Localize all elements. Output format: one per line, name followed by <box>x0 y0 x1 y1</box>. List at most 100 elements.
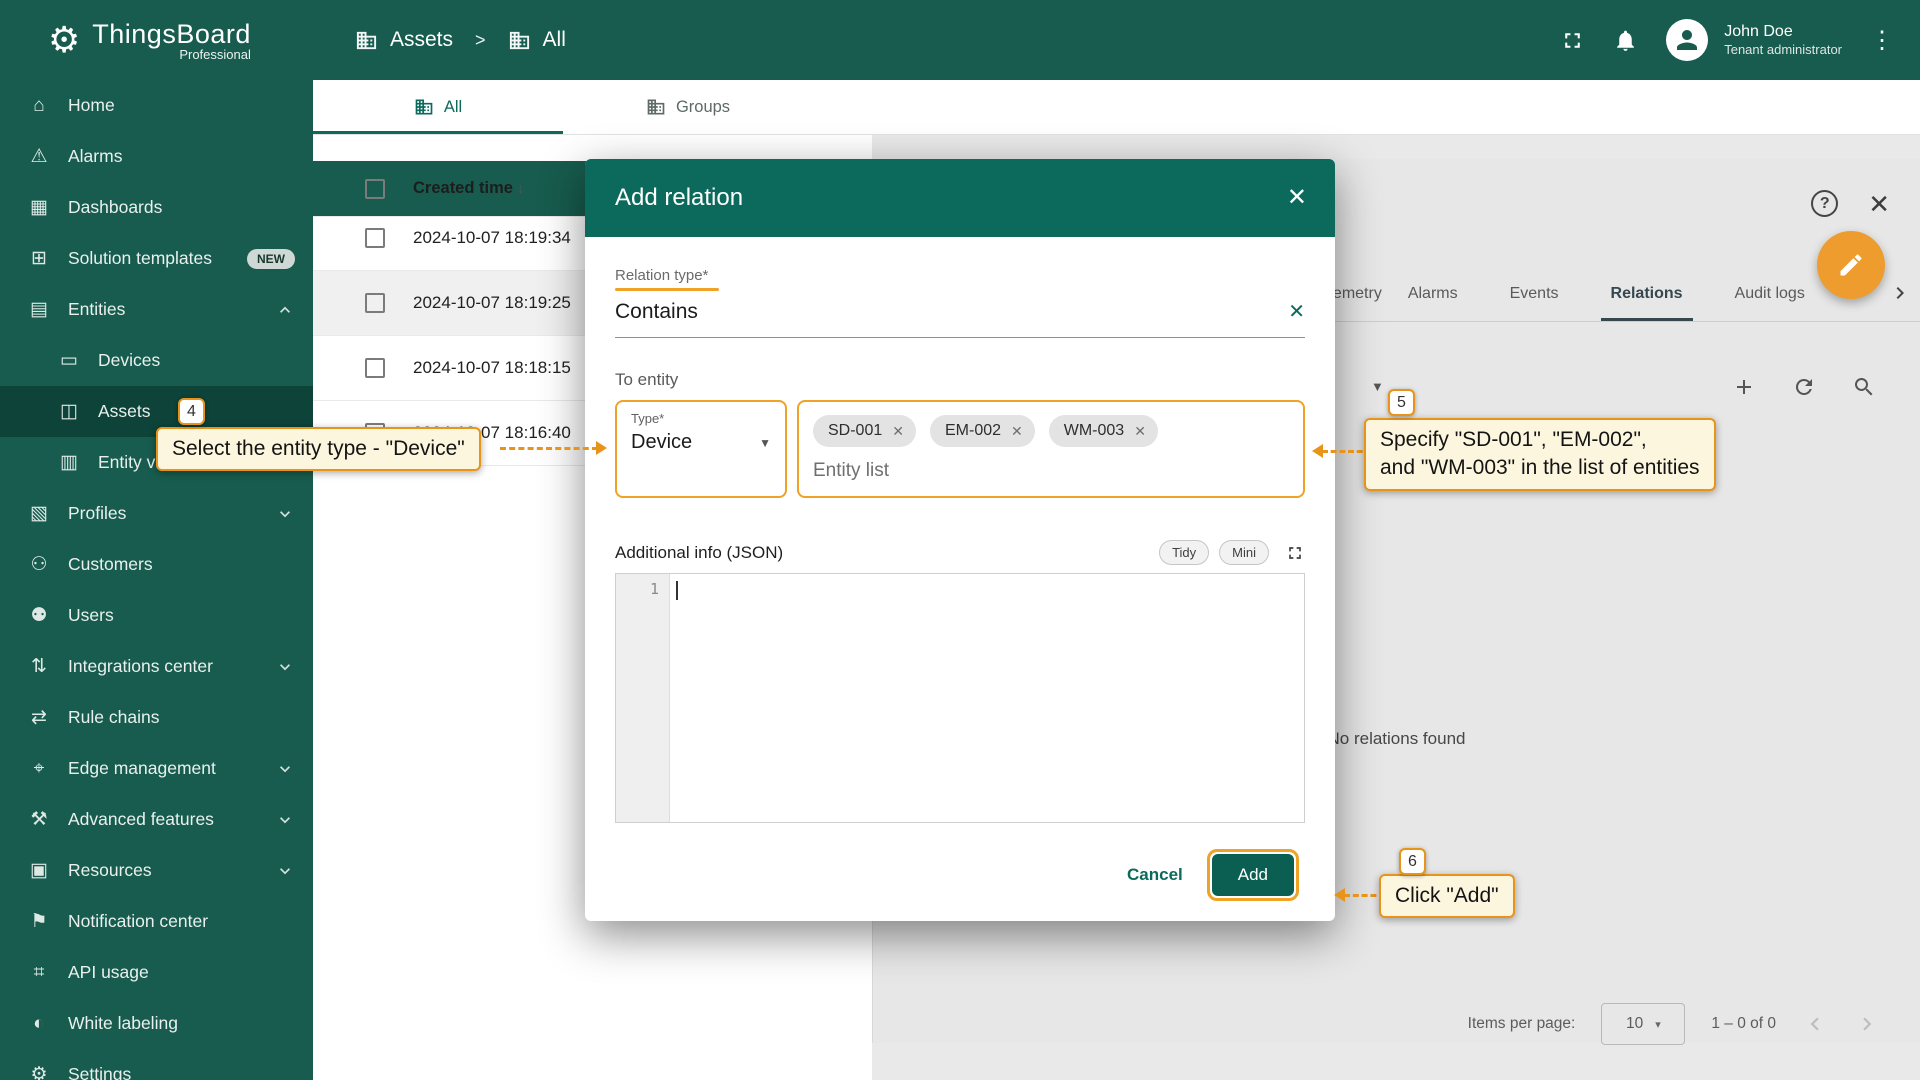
sidebar-item-integrations-center[interactable]: ⇅Integrations center <box>0 641 313 692</box>
json-editor[interactable]: 1 <box>615 573 1305 823</box>
step-6-callout: Click "Add" <box>1379 874 1515 918</box>
kebab-menu-icon[interactable]: ⋮ <box>1870 26 1894 55</box>
sidebar-item-devices[interactable]: ▭Devices <box>0 335 313 386</box>
chevron-down-icon <box>275 657 295 677</box>
user-info[interactable]: John Doe Tenant administrator <box>1724 22 1842 58</box>
tab-alarms[interactable]: Alarms <box>1382 267 1484 321</box>
entity-chip-label: EM-002 <box>945 422 1001 440</box>
sidebar-item-advanced-features[interactable]: ⚒Advanced features <box>0 794 313 845</box>
breadcrumb-section[interactable]: Assets <box>390 28 453 52</box>
entity-chip[interactable]: EM-002 ✕ <box>930 415 1035 447</box>
entity-type-select[interactable]: Type* Device ▼ <box>615 400 787 498</box>
editor-content[interactable] <box>670 574 1304 822</box>
relation-type-value[interactable]: Contains <box>615 300 1288 324</box>
sidebar-item-edge-management[interactable]: ⌖ Edge management <box>0 743 313 794</box>
relation-type-field[interactable]: Relation type* Contains ✕ <box>615 267 1305 338</box>
pagination: Items per page: 10 ▾ 1 – 0 of 0 <box>1468 1003 1880 1045</box>
sidebar-item-resources[interactable]: ▣Resources <box>0 845 313 896</box>
tab-audit-logs[interactable]: Audit logs <box>1709 267 1831 321</box>
page-next-icon[interactable] <box>1854 1011 1880 1037</box>
sidebar-item-notification-center[interactable]: ⚑Notification center <box>0 896 313 947</box>
search-icon[interactable] <box>1852 375 1876 399</box>
items-per-page-select[interactable]: 10 ▾ <box>1601 1003 1685 1045</box>
step-6-badge: 6 <box>1399 848 1426 875</box>
dashboards-icon: ▦ <box>26 196 52 219</box>
direction-filter-caret-icon[interactable]: ▼ <box>1371 379 1384 394</box>
step-4-connector <box>500 447 598 450</box>
sidebar-item-solution-templates[interactable]: ⊞ Solution templates NEW <box>0 233 313 284</box>
breadcrumb-separator: > <box>475 30 486 51</box>
select-all-checkbox[interactable] <box>365 179 385 199</box>
created-time-cell: 2024-10-07 18:19:25 <box>413 293 571 313</box>
tabs-scroll-right-icon[interactable] <box>1888 281 1912 305</box>
sidebar-item-label: Resources <box>68 860 275 881</box>
sidebar-item-label: Edge management <box>68 758 275 779</box>
tab-events[interactable]: Events <box>1484 267 1585 321</box>
alarm-icon: ⚠ <box>26 145 52 168</box>
entity-chip[interactable]: WM-003 ✕ <box>1049 415 1158 447</box>
sidebar-item-rule-chains[interactable]: ⇄ Rule chains <box>0 692 313 743</box>
api-usage-icon: ⌗ <box>26 962 52 984</box>
assets-icon: ◫ <box>56 400 82 423</box>
avatar[interactable] <box>1666 19 1708 61</box>
tab-relations[interactable]: Relations <box>1585 267 1709 321</box>
relation-type-highlight <box>615 288 719 291</box>
chevron-up-icon <box>275 300 295 320</box>
sidebar-item-white-labeling[interactable]: ◐White labeling <box>0 998 313 1049</box>
fullscreen-icon[interactable] <box>1560 28 1585 53</box>
rule-chains-icon: ⇄ <box>26 706 52 729</box>
created-time-column-header[interactable]: Created time↓ <box>413 179 524 198</box>
editor-line-number: 1 <box>616 574 670 822</box>
clear-relation-type-icon[interactable]: ✕ <box>1288 299 1305 324</box>
add-relation-icon[interactable] <box>1732 375 1756 399</box>
customers-icon: ⚇ <box>26 553 52 576</box>
sidebar-item-home[interactable]: ⌂Home <box>0 80 313 131</box>
sidebar-item-label: Solution templates <box>68 248 239 269</box>
add-button[interactable]: Add <box>1212 854 1294 896</box>
sidebar-item-label: Integrations center <box>68 656 275 677</box>
edge-management-icon: ⌖ <box>26 758 52 780</box>
edit-fab-button[interactable] <box>1817 231 1885 299</box>
row-checkbox[interactable] <box>365 228 385 248</box>
sidebar-item-label: Entities <box>68 299 275 320</box>
row-checkbox[interactable] <box>365 293 385 313</box>
breadcrumb-page[interactable]: All <box>543 28 566 52</box>
sidebar-item-entities[interactable]: ▤Entities <box>0 284 313 335</box>
cancel-button[interactable]: Cancel <box>1127 865 1183 885</box>
tab-groups[interactable]: Groups <box>563 80 813 134</box>
expand-editor-icon[interactable] <box>1285 543 1305 563</box>
entity-list-input[interactable]: SD-001 ✕ EM-002 ✕ WM-003 ✕ Entity list <box>797 400 1305 498</box>
sidebar-item-api-usage[interactable]: ⌗API usage <box>0 947 313 998</box>
chevron-down-icon <box>275 759 295 779</box>
chevron-down-icon <box>275 810 295 830</box>
tab-all[interactable]: All <box>313 80 563 134</box>
sidebar-item-customers[interactable]: ⚇Customers <box>0 539 313 590</box>
close-details-icon[interactable]: ✕ <box>1868 191 1890 217</box>
notifications-bell-icon[interactable] <box>1613 28 1638 53</box>
dialog-close-icon[interactable]: ✕ <box>1287 186 1307 210</box>
help-icon[interactable]: ? <box>1811 190 1838 217</box>
row-checkbox[interactable] <box>365 358 385 378</box>
sidebar-item-label: Settings <box>68 1064 295 1080</box>
mini-button[interactable]: Mini <box>1219 540 1269 565</box>
chevron-down-icon <box>275 504 295 524</box>
tidy-button[interactable]: Tidy <box>1159 540 1209 565</box>
refresh-icon[interactable] <box>1792 375 1816 399</box>
remove-chip-icon[interactable]: ✕ <box>1011 423 1023 440</box>
sidebar-item-profiles[interactable]: ▧Profiles <box>0 488 313 539</box>
sidebar-item-settings[interactable]: ⚙Settings <box>0 1049 313 1080</box>
remove-chip-icon[interactable]: ✕ <box>1134 423 1146 440</box>
app-logo[interactable]: ⚙ ThingsBoard Professional <box>0 19 313 62</box>
remove-chip-icon[interactable]: ✕ <box>892 423 904 440</box>
solution-templates-icon: ⊞ <box>26 247 52 270</box>
sidebar-item-label: Rule chains <box>68 707 295 728</box>
entity-chip-label: WM-003 <box>1064 422 1124 440</box>
sidebar-item-alarms[interactable]: ⚠Alarms <box>0 131 313 182</box>
sidebar-item-dashboards[interactable]: ▦Dashboards <box>0 182 313 233</box>
entity-chip[interactable]: SD-001 ✕ <box>813 415 916 447</box>
top-header: ⚙ ThingsBoard Professional Assets > All … <box>0 0 1920 80</box>
page-prev-icon[interactable] <box>1802 1011 1828 1037</box>
sidebar-item-users[interactable]: ⚉Users <box>0 590 313 641</box>
step-4-callout: Select the entity type - "Device" <box>156 427 481 471</box>
new-badge: NEW <box>247 249 295 269</box>
